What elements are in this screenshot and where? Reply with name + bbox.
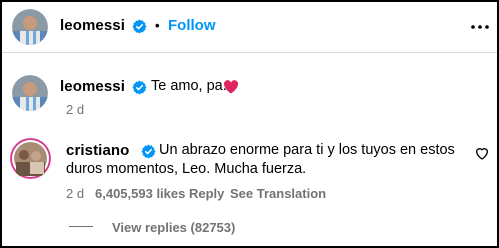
view-replies-button[interactable]: View replies (82753): [112, 220, 235, 235]
verified-badge-icon: [141, 144, 156, 159]
comment-text-line-1: Un abrazo enorme para ti y los tuyos en …: [159, 142, 455, 158]
heart-outline-icon[interactable]: [474, 145, 490, 161]
comment-text: Te amo, pa.: [151, 78, 227, 94]
avatar-cristiano[interactable]: [10, 138, 51, 179]
reply-button[interactable]: Reply: [189, 186, 224, 201]
header-username[interactable]: leomessi: [60, 17, 125, 34]
replies-divider: [69, 226, 93, 227]
verified-badge-icon: [132, 19, 147, 34]
comment-time: 2 d: [66, 102, 85, 117]
heart-emoji-icon: [223, 80, 239, 94]
comments-panel: leomessi • Follow leomessi Te amo, pa. 2…: [2, 2, 497, 246]
see-translation-button[interactable]: See Translation: [230, 186, 326, 201]
comment-time: 2 d: [66, 186, 85, 201]
comment-text-line-2: duros momentos, Leo. Mucha fuerza.: [66, 161, 307, 177]
follow-button[interactable]: Follow: [168, 17, 216, 34]
avatar-leomessi[interactable]: [12, 9, 48, 45]
verified-badge-icon: [132, 80, 147, 95]
header-separator: •: [155, 18, 160, 33]
comment-username[interactable]: leomessi: [60, 78, 125, 95]
more-options-icon[interactable]: [469, 16, 491, 38]
avatar-leomessi[interactable]: [12, 75, 48, 111]
comment-username[interactable]: cristiano: [66, 142, 129, 159]
post-header: leomessi • Follow: [2, 2, 497, 53]
likes-count[interactable]: 6,405,593 likes: [95, 186, 185, 201]
